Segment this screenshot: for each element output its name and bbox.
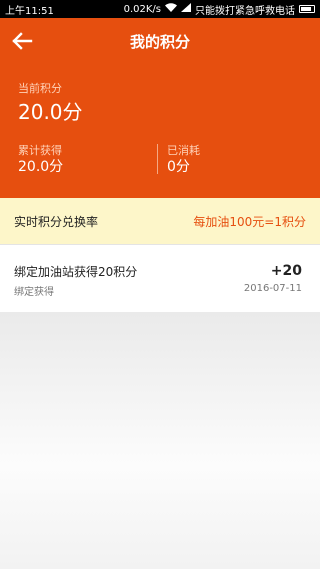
status-right: 0.02K/s 只能拨打紧急呼救电话 <box>124 2 315 17</box>
network-speed: 0.02K/s <box>123 3 161 15</box>
signal-icon <box>181 3 191 15</box>
points-summary: 当前积分 20.0分 累计获得 20.0分 已消耗 0分 <box>0 64 320 198</box>
summary-divider <box>157 144 158 174</box>
status-bar: 上午11:51 0.02K/s 只能拨打紧急呼救电话 <box>0 0 320 18</box>
page-title: 我的积分 <box>129 33 190 51</box>
battery-icon <box>299 5 315 13</box>
current-points-label: 当前积分 <box>18 82 62 95</box>
current-points-value: 20.0分 <box>18 100 83 124</box>
record-points: +20 <box>270 263 302 279</box>
status-time: 上午11:51 <box>5 5 54 17</box>
empty-list-area <box>0 312 320 569</box>
record-subtitle: 绑定获得 <box>14 287 54 298</box>
app-header: 我的积分 <box>0 18 320 64</box>
exchange-rate-bar: 实时积分兑换率 每加油100元=1积分 <box>0 198 320 244</box>
record-date: 2016-07-11 <box>243 283 302 294</box>
exchange-rate-label: 实时积分兑换率 <box>14 214 99 229</box>
carrier-text: 只能拨打紧急呼救电话 <box>195 5 295 17</box>
record-title: 绑定加油站获得20积分 <box>14 265 138 279</box>
used-points-value: 0分 <box>167 159 190 175</box>
wifi-icon <box>165 3 177 15</box>
points-record-item[interactable]: 绑定加油站获得20积分 绑定获得 +20 2016-07-11 <box>0 244 320 312</box>
exchange-rate-value: 每加油100元=1积分 <box>193 214 306 229</box>
accumulated-points-value: 20.0分 <box>18 159 64 175</box>
